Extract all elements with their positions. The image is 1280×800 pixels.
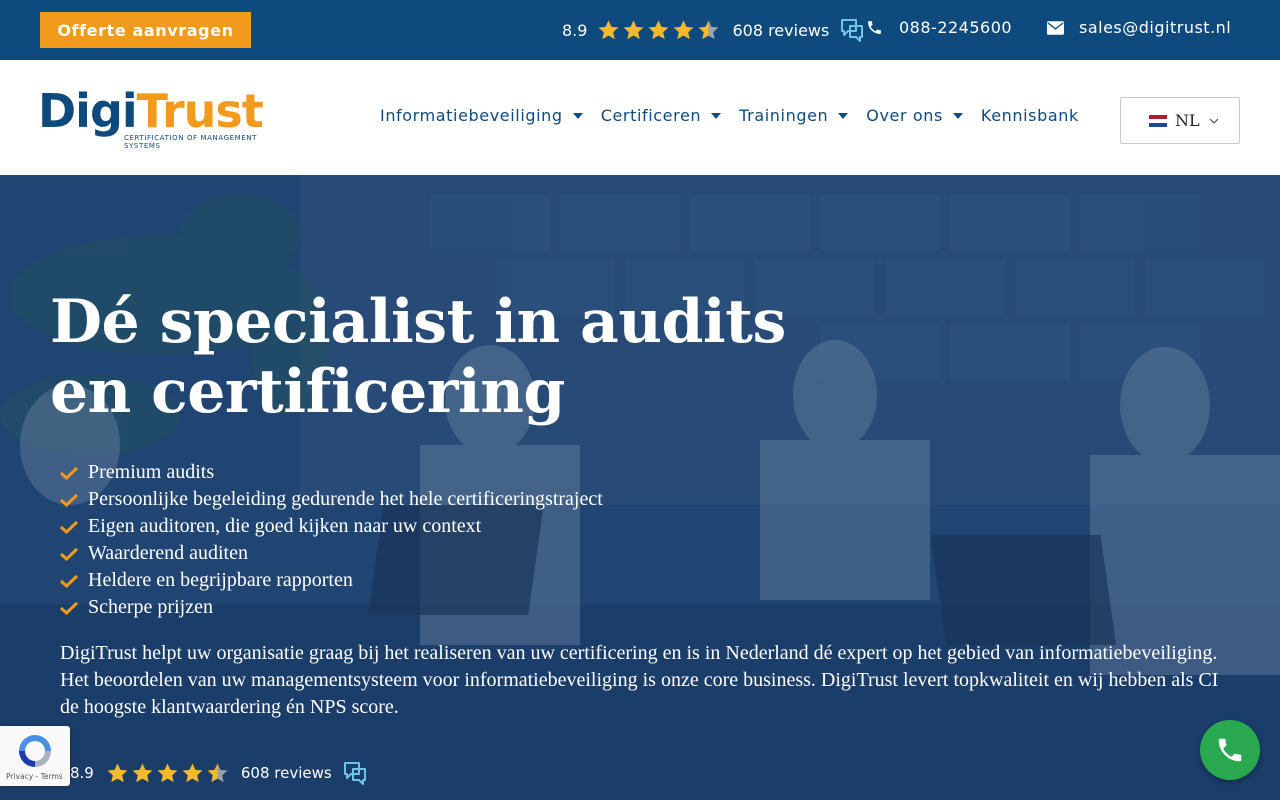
quote-request-button[interactable]: Offerte aanvragen — [40, 12, 251, 48]
star-icon — [598, 19, 619, 39]
email-address: sales@digitrust.nl — [1079, 18, 1232, 37]
chat-bubble-icon[interactable] — [342, 760, 368, 786]
hero-description: DigiTrust helpt uw organisatie graag bij… — [60, 642, 1219, 718]
nav-item-label: Trainingen — [739, 106, 829, 125]
review-count[interactable]: 608 reviews — [241, 764, 332, 782]
caret-down-icon — [952, 112, 963, 119]
benefits-list: Premium audits Persoonlijke begeleiding … — [60, 459, 603, 621]
phone-call-icon — [1218, 738, 1242, 762]
nav-item-over-ons[interactable]: Over ons — [866, 106, 963, 125]
recaptcha-icon — [19, 735, 51, 767]
recaptcha-terms[interactable]: Privacy - Terms — [6, 772, 63, 781]
list-item-text: Scherpe prijzen — [88, 596, 213, 618]
logo-wordmark: DigiTrust — [38, 86, 288, 136]
star-icon — [673, 19, 694, 39]
phone-icon — [868, 21, 881, 34]
language-code: NL — [1175, 111, 1200, 130]
star-icon — [132, 762, 153, 782]
caret-down-icon — [572, 112, 583, 119]
nav-item-label: Informatiebeveiliging — [380, 106, 563, 125]
logo-part-trust: Trust — [136, 84, 264, 138]
nav-item-kennisbank[interactable]: Kennisbank — [981, 106, 1079, 125]
check-icon — [60, 574, 78, 588]
list-item-text: Premium audits — [88, 461, 215, 483]
language-selector[interactable]: NL — [1120, 97, 1240, 144]
site-header: DigiTrust CERTIFICATION OF MANAGEMENT SY… — [0, 60, 1280, 175]
caret-down-icon — [711, 112, 722, 119]
nav-item-label: Over ons — [866, 106, 943, 125]
phone-link[interactable]: 088-2245600 — [866, 18, 1012, 37]
rating-summary-top[interactable]: 8.9 608 reviews — [562, 16, 865, 44]
logo-subtitle: CERTIFICATION OF MANAGEMENT SYSTEMS — [124, 134, 258, 150]
check-icon — [60, 601, 78, 615]
call-button[interactable] — [1200, 720, 1260, 780]
star-icon — [623, 19, 644, 39]
email-link[interactable]: sales@digitrust.nl — [1047, 18, 1231, 37]
list-item: Persoonlijke begeleiding gedurende het h… — [60, 486, 603, 513]
rating-stars — [106, 762, 229, 785]
list-item: Heldere en begrijpbare rapporten — [60, 567, 603, 594]
rating-summary-hero[interactable]: 8.9 608 reviews — [70, 760, 368, 786]
list-item-text: Heldere en begrijpbare rapporten — [88, 569, 353, 591]
list-item-text: Waarderend auditen — [88, 542, 248, 564]
phone-number: 088-2245600 — [899, 18, 1013, 37]
star-icon — [698, 19, 719, 39]
chevron-down-icon — [1209, 118, 1219, 124]
list-item: Premium audits — [60, 459, 603, 486]
top-bar: Offerte aanvragen 8.9 608 reviews 088-22… — [0, 0, 1280, 60]
nav-item-informatiebeveiliging[interactable]: Informatiebeveiliging — [380, 106, 583, 125]
check-icon — [60, 520, 78, 534]
review-count[interactable]: 608 reviews — [732, 21, 829, 40]
nav-item-trainingen[interactable]: Trainingen — [739, 106, 849, 125]
hero-title: Dé specialist in audits en certificering — [50, 287, 786, 427]
hero-section: Dé specialist in audits en certificering… — [0, 175, 1280, 800]
star-icon — [107, 762, 128, 782]
envelope-icon — [1047, 20, 1064, 35]
check-icon — [60, 547, 78, 561]
list-item: Eigen auditoren, die goed kijken naar uw… — [60, 513, 603, 540]
star-icon — [648, 19, 669, 39]
star-icon — [157, 762, 178, 782]
check-icon — [60, 466, 78, 480]
logo-part-digi: Digi — [38, 84, 138, 138]
recaptcha-badge[interactable]: Privacy - Terms — [0, 726, 70, 786]
list-item-text: Persoonlijke begeleiding gedurende het h… — [88, 488, 603, 510]
rating-score: 8.9 — [562, 20, 588, 40]
list-item-text: Eigen auditoren, die goed kijken naar uw… — [88, 515, 482, 537]
star-icon — [182, 762, 203, 782]
digitrust-logo[interactable]: DigiTrust CERTIFICATION OF MANAGEMENT SY… — [38, 86, 288, 150]
star-icon — [207, 762, 228, 782]
list-item: Scherpe prijzen — [60, 594, 603, 621]
nav-item-label: Certificeren — [600, 106, 702, 125]
list-item: Waarderend auditen — [60, 540, 603, 567]
rating-score: 8.9 — [70, 764, 94, 782]
check-icon — [60, 493, 78, 507]
dutch-flag-icon — [1149, 114, 1167, 127]
nav-item-label: Kennisbank — [980, 106, 1079, 125]
chat-bubble-icon[interactable] — [839, 17, 865, 43]
main-nav: Informatiebeveiliging Certificeren Train… — [380, 106, 1097, 125]
caret-down-icon — [838, 112, 849, 119]
rating-stars — [597, 19, 720, 42]
nav-item-certificeren[interactable]: Certificeren — [600, 106, 722, 125]
